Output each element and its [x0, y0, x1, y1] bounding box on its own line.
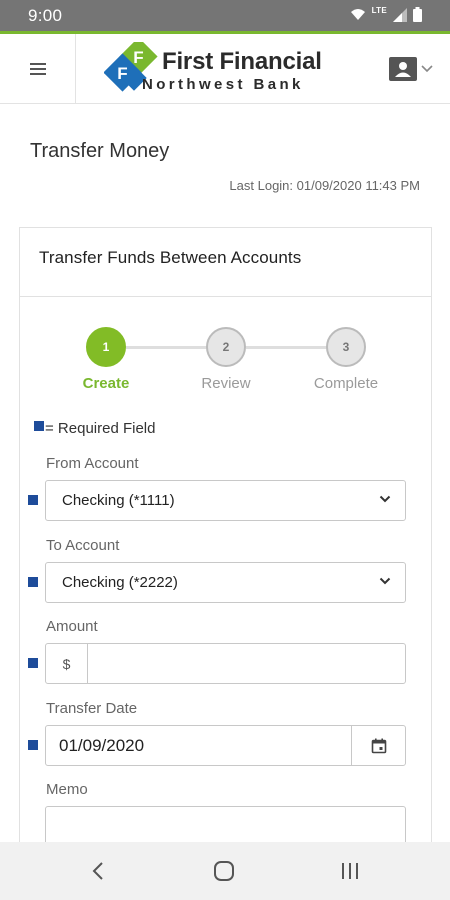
recents-button[interactable]	[330, 856, 370, 886]
back-button[interactable]	[78, 856, 118, 886]
required-marker-icon	[34, 420, 44, 431]
step-label: Review	[201, 375, 251, 392]
step-label: Create	[82, 375, 130, 392]
memo-label: Memo	[46, 781, 88, 798]
system-icons: LTE	[350, 6, 422, 22]
back-icon	[92, 862, 103, 880]
step-label: Complete	[313, 375, 379, 392]
user-menu-button[interactable]	[389, 54, 439, 84]
transfer-date-value: 01/09/2020	[59, 736, 145, 755]
network-label: LTE	[371, 6, 387, 15]
chevron-down-icon	[379, 577, 391, 585]
user-card-icon	[389, 57, 417, 81]
step-number: 3	[326, 327, 366, 367]
system-nav-bar	[0, 842, 450, 900]
step-number: 1	[86, 327, 126, 367]
required-note-text: = Required Field	[45, 420, 156, 437]
step-complete: 3 Complete	[306, 327, 386, 392]
step-number: 2	[206, 327, 246, 367]
signal-icon	[393, 7, 407, 22]
transfer-date-label: Transfer Date	[46, 700, 138, 717]
menu-button[interactable]	[0, 34, 76, 104]
amount-label: Amount	[46, 618, 98, 635]
logo-name-line1: First Financial	[162, 48, 322, 75]
transfer-date-input[interactable]: 01/09/2020	[45, 725, 406, 766]
status-bar: 9:00 LTE	[0, 0, 450, 31]
amount-input[interactable]: $	[45, 643, 406, 684]
required-field-note: = Required Field	[34, 420, 155, 437]
logo-mark-letter: F	[133, 48, 143, 67]
last-login: Last Login: 01/09/2020 11:43 PM	[229, 178, 420, 193]
clock: 9:00	[28, 6, 63, 25]
calendar-icon	[371, 738, 386, 753]
required-marker-icon	[28, 740, 38, 750]
step-review: 2 Review	[186, 327, 266, 392]
app-header: F F First Financial Northwest Bank	[0, 34, 450, 104]
required-marker-icon	[28, 658, 38, 668]
chevron-down-icon	[421, 65, 433, 73]
bank-logo[interactable]: F F First Financial Northwest Bank	[104, 40, 336, 100]
step-create: 1 Create	[66, 327, 146, 392]
logo-name-line2: Northwest Bank	[142, 76, 304, 93]
from-account-label: From Account	[46, 455, 139, 472]
to-account-select[interactable]: Checking (*2222)	[45, 562, 406, 603]
home-button[interactable]	[204, 856, 244, 886]
chevron-down-icon	[379, 495, 391, 503]
progress-stepper: 1 Create 2 Review 3 Complete	[20, 327, 431, 397]
recents-icon	[342, 863, 358, 879]
panel-title: Transfer Funds Between Accounts	[39, 248, 302, 267]
page-title: Transfer Money	[30, 140, 170, 162]
to-account-label: To Account	[46, 537, 120, 554]
currency-prefix: $	[46, 644, 88, 683]
wifi-icon	[350, 9, 365, 20]
required-marker-icon	[28, 495, 38, 505]
from-account-select[interactable]: Checking (*1111)	[45, 480, 406, 521]
required-marker-icon	[28, 577, 38, 587]
hamburger-menu-icon	[29, 60, 46, 78]
to-account-value: Checking (*2222)	[62, 574, 178, 591]
home-icon	[214, 861, 234, 881]
logo-mark-letter: F	[117, 64, 127, 83]
date-picker-button[interactable]	[351, 726, 405, 765]
battery-icon	[413, 7, 422, 22]
panel-header: Transfer Funds Between Accounts	[20, 228, 431, 297]
from-account-value: Checking (*1111)	[62, 492, 175, 509]
